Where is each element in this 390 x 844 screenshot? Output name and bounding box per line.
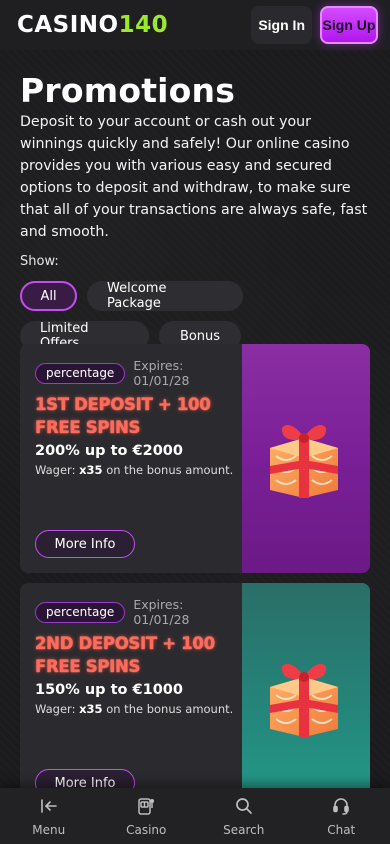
nav-casino-label: Casino <box>126 822 167 837</box>
promo-wager: Wager: x35 on the bonus amount. <box>35 702 242 716</box>
wager-prefix: Wager: <box>35 463 80 477</box>
promo-title-line2: FREE SPINS <box>35 418 141 437</box>
filter-welcome-package[interactable]: Welcome Package <box>87 281 243 311</box>
promo-amount: 150% up to €1000 <box>35 682 183 698</box>
promo-meta: percentage Expires: 01/01/28 <box>35 597 242 627</box>
promo-amount: 200% up to €2000 <box>35 443 183 459</box>
search-icon <box>235 797 252 814</box>
promotions-content: Promotions Deposit to your account or ca… <box>0 50 390 351</box>
promo-title-line2: FREE SPINS <box>35 657 141 676</box>
promo-card: percentage Expires: 01/01/28 1ST DEPOSIT… <box>20 344 370 573</box>
nav-menu[interactable]: Menu <box>0 788 98 844</box>
logo-text: CASINO <box>17 12 119 38</box>
nav-search-label: Search <box>223 822 265 837</box>
more-info-button[interactable]: More Info <box>35 530 135 558</box>
wager-value: x35 <box>79 463 103 477</box>
nav-chat[interactable]: Chat <box>293 788 390 844</box>
nav-search[interactable]: Search <box>195 788 293 844</box>
wager-value: x35 <box>79 702 103 716</box>
wager-suffix: on the bonus amount. <box>102 702 234 716</box>
show-label: Show: <box>20 254 59 269</box>
gift-box-icon <box>270 663 338 737</box>
promo-title: 2ND DEPOSIT + 100 FREE SPINS <box>35 632 242 678</box>
promo-expiry: Expires: 01/01/28 <box>133 597 190 627</box>
sign-in-button[interactable]: Sign In <box>251 6 312 44</box>
logo-accent: 140 <box>118 12 169 38</box>
promo-title-line1: 1ST DEPOSIT + 100 <box>35 395 211 414</box>
promo-type-tag: percentage <box>35 601 126 623</box>
promo-type-tag: percentage <box>35 362 126 384</box>
header-actions: Sign In Sign Up <box>251 6 378 44</box>
nav-menu-label: Menu <box>32 822 66 837</box>
nav-casino[interactable]: Casino <box>98 788 196 844</box>
page-title: Promotions <box>20 71 236 110</box>
promo-meta: percentage Expires: 01/01/28 <box>35 358 242 388</box>
bottom-nav: Menu Casino Search Chat <box>0 788 390 844</box>
nav-chat-label: Chat <box>327 822 356 837</box>
casino-logo[interactable]: CASINO 140 <box>17 12 168 38</box>
sign-up-button[interactable]: Sign Up <box>320 6 378 44</box>
slot-machine-icon <box>138 797 155 815</box>
headset-icon <box>333 797 350 815</box>
intro-text: Deposit to your account or cash out your… <box>20 114 368 240</box>
promo-wager: Wager: x35 on the bonus amount. <box>35 463 242 477</box>
promo-card: percentage Expires: 01/01/28 2ND DEPOSIT… <box>20 583 370 812</box>
menu-arrow-icon <box>40 798 57 813</box>
promo-image-panel <box>242 583 370 812</box>
gift-box-icon <box>270 424 338 498</box>
promo-title-line1: 2ND DEPOSIT + 100 <box>35 634 215 653</box>
wager-suffix: on the bonus amount. <box>102 463 234 477</box>
promo-image-panel <box>242 344 370 573</box>
top-header: CASINO 140 Sign In Sign Up <box>0 0 390 50</box>
promo-expiry: Expires: 01/01/28 <box>133 358 190 388</box>
promo-title: 1ST DEPOSIT + 100 FREE SPINS <box>35 393 242 439</box>
wager-prefix: Wager: <box>35 702 80 716</box>
filter-all[interactable]: All <box>20 281 77 311</box>
filter-chips: All Welcome Package Limited Offers Bonus <box>20 281 260 351</box>
